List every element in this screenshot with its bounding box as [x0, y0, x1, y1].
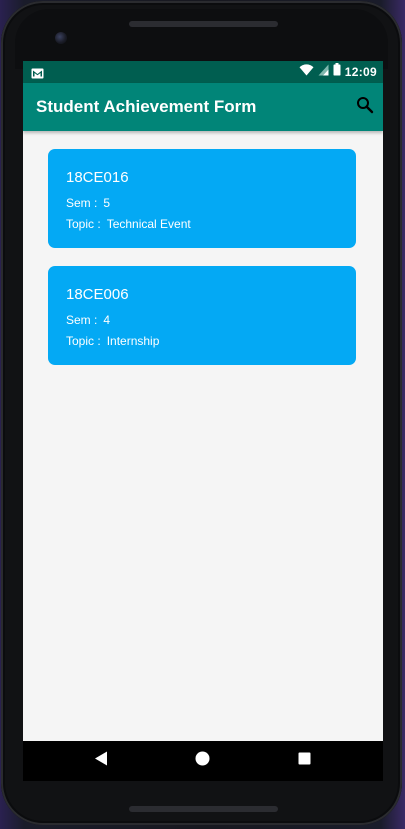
home-icon: [195, 751, 210, 771]
recents-button[interactable]: [295, 752, 313, 770]
app-toolbar: Student Achievement Form: [23, 83, 383, 131]
sem-value: 5: [103, 196, 111, 210]
student-id: 18CE006: [66, 286, 129, 303]
front-camera: [55, 32, 67, 44]
status-icons: 12:09: [299, 63, 377, 81]
list-item[interactable]: 18CE006 Sem : 4 Topic : Internship: [48, 266, 356, 365]
sem-row: Sem : 5: [66, 196, 110, 210]
phone-top-bezel: [15, 9, 388, 69]
bottom-speaker: [129, 806, 278, 812]
device-screen: 12:09 Student Achievement Form 18CE016 S…: [23, 61, 383, 781]
sem-label: Sem :: [66, 313, 98, 327]
student-id: 18CE016: [66, 169, 129, 186]
recents-icon: [298, 752, 311, 770]
status-bar: 12:09: [23, 61, 383, 83]
page-title: Student Achievement Form: [36, 97, 257, 116]
sem-label: Sem :: [66, 196, 98, 210]
topic-value: Technical Event: [106, 217, 191, 231]
search-icon: [356, 96, 374, 119]
earpiece-speaker: [129, 21, 278, 27]
topic-label: Topic :: [66, 217, 101, 231]
topic-value: Internship: [106, 334, 160, 348]
home-button[interactable]: [193, 751, 211, 771]
back-icon: [94, 751, 108, 771]
list-item[interactable]: 18CE016 Sem : 5 Topic : Technical Event: [48, 149, 356, 248]
achievement-list: 18CE016 Sem : 5 Topic : Technical Event 18…: [23, 131, 383, 741]
topic-row: Topic : Internship: [66, 334, 159, 348]
status-time: 12:09: [344, 65, 377, 79]
system-nav-bar: [23, 741, 383, 781]
search-button[interactable]: [353, 95, 377, 119]
sem-value: 4: [103, 313, 111, 327]
phone-frame: 12:09 Student Achievement Form 18CE016 S…: [1, 1, 402, 825]
battery-icon: [333, 63, 341, 81]
signal-icon: [318, 63, 329, 81]
topic-label: Topic :: [66, 334, 101, 348]
gmail-icon: [31, 66, 44, 79]
wifi-icon: [299, 63, 314, 81]
topic-row: Topic : Technical Event: [66, 217, 191, 231]
sem-row: Sem : 4: [66, 313, 110, 327]
back-button[interactable]: [92, 751, 110, 771]
